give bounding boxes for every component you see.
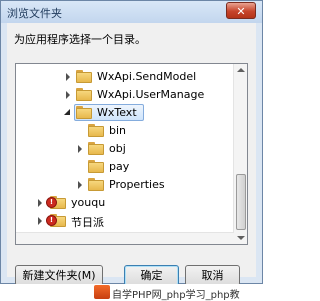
ok-button[interactable]: 确定 <box>124 265 179 286</box>
tree-item[interactable]: ! youqu <box>16 194 234 212</box>
conflict-badge-icon: ! <box>46 215 57 226</box>
tree-item[interactable]: ! 节日派 <box>16 212 234 230</box>
tree-item-label: youqu <box>71 196 106 209</box>
scroll-down-arrow-icon[interactable] <box>237 236 245 240</box>
vertical-scrollbar[interactable] <box>233 64 247 244</box>
folder-icon <box>88 142 104 155</box>
close-button[interactable]: ✕ <box>226 2 256 19</box>
conflict-badge-icon: ! <box>46 197 57 208</box>
horizontal-scrollbar[interactable] <box>16 232 234 244</box>
tree-item[interactable]: WxApi.UserManage <box>16 86 234 104</box>
tree-item-label: obj <box>109 142 126 155</box>
folder-icon <box>76 106 92 119</box>
tree-item-label: 节日派 <box>71 216 104 229</box>
title-bar[interactable]: 浏览文件夹 ✕ <box>1 1 262 23</box>
close-icon: ✕ <box>236 5 246 18</box>
collapsed-arrow-icon[interactable] <box>38 199 42 207</box>
tree-item-label: bin <box>109 124 127 137</box>
site-logo-icon <box>94 285 110 299</box>
folder-icon <box>88 124 104 137</box>
folder-icon <box>88 160 104 173</box>
folder-icon <box>88 178 104 191</box>
tree-item[interactable]: obj <box>16 140 234 158</box>
collapsed-arrow-icon[interactable] <box>66 91 70 99</box>
folder-icon <box>76 70 92 83</box>
scroll-thumb[interactable] <box>236 174 246 230</box>
tree-item-label: WxApi.SendModel <box>97 70 197 83</box>
tree-item[interactable]: pay <box>16 158 234 176</box>
window-title: 浏览文件夹 <box>7 7 62 20</box>
folder-icon <box>76 88 92 101</box>
tree-item-label: WxText <box>97 106 137 119</box>
prompt-text: 为应用程序选择一个目录。 <box>14 33 146 46</box>
cancel-button[interactable]: 取消 <box>185 265 240 286</box>
browse-folder-dialog: 浏览文件夹 ✕ 为应用程序选择一个目录。 WxApi.SendModel WxAp… <box>0 0 263 286</box>
watermark-text: 自学PHP网_php学习_php教 <box>112 290 240 301</box>
tree-item[interactable]: bin <box>16 122 234 140</box>
new-folder-button[interactable]: 新建文件夹(M) <box>15 265 103 286</box>
tree-item[interactable]: WxApi.SendModel <box>16 68 234 86</box>
collapsed-arrow-icon[interactable] <box>66 73 70 81</box>
tree-item-label: WxApi.UserManage <box>97 88 205 101</box>
collapsed-arrow-icon[interactable] <box>38 217 42 225</box>
collapsed-arrow-icon[interactable] <box>78 181 82 189</box>
tree-item-label: Properties <box>109 178 165 191</box>
watermark-bar: 自学PHP网_php学习_php教 <box>0 284 263 301</box>
expanded-arrow-icon[interactable] <box>64 109 70 115</box>
collapsed-arrow-icon[interactable] <box>78 145 82 153</box>
tree-item[interactable]: Properties <box>16 176 234 194</box>
tree-item[interactable]: WxText <box>16 104 234 122</box>
scroll-up-arrow-icon[interactable] <box>237 68 245 72</box>
folder-tree[interactable]: WxApi.SendModel WxApi.UserManage WxText bin… <box>15 63 248 245</box>
tree-item-label: pay <box>109 160 130 173</box>
